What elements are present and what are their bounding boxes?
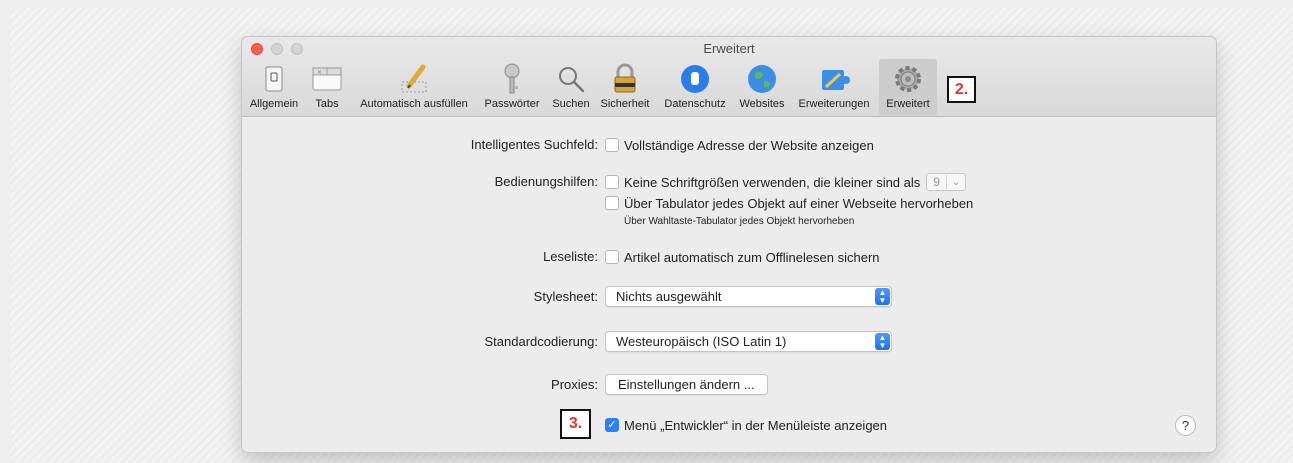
reading-list-label: Leseliste:	[543, 249, 598, 264]
stylesheet-row: Stylesheet: Nichts ausgewählt ▲ ▼	[242, 286, 1216, 308]
proxies-label: Proxies:	[551, 377, 598, 392]
developer-menu-checkbox[interactable]: ✓	[605, 418, 619, 432]
accessibility-row: Bedienungshilfen: Keine Schriftgrößen ve…	[242, 171, 1216, 193]
advanced-settings-panel: Intelligentes Suchfeld: Vollständige Adr…	[242, 118, 1216, 452]
puzzle-icon	[817, 62, 851, 96]
encoding-value: Westeuropäisch (ISO Latin 1)	[616, 334, 787, 349]
min-font-size-checkbox[interactable]	[605, 175, 619, 189]
tab-automatisch-ausfuellen[interactable]: Automatisch ausfüllen	[350, 59, 478, 115]
encoding-row: Standardcodierung: Westeuropäisch (ISO L…	[242, 331, 1216, 353]
smart-search-control: Vollständige Adresse der Website anzeige…	[605, 134, 874, 156]
min-font-size-text: Keine Schriftgrößen verwenden, die klein…	[624, 174, 921, 190]
stylesheet-value: Nichts ausgewählt	[616, 289, 722, 304]
svg-text:×: ×	[317, 69, 322, 76]
change-settings-button[interactable]: Einstellungen ändern ...	[605, 374, 768, 395]
tab-hint: Über Wahltaste-Tabulator jedes Objekt he…	[624, 213, 854, 229]
titlebar: Erweitert Allgemein × Tabs Automatisch a…	[242, 37, 1216, 117]
developer-menu-control: ✓ Menü „Entwickler“ in der Menüleiste an…	[605, 414, 887, 436]
min-font-size-control: Keine Schriftgrößen verwenden, die klein…	[605, 171, 967, 193]
pencil-icon	[397, 62, 431, 96]
font-size-select[interactable]: 9 ⌄	[926, 173, 967, 191]
tab-websites[interactable]: Websites	[736, 59, 788, 115]
chevron-down-icon: ⌄	[951, 176, 961, 188]
hand-icon	[678, 62, 712, 96]
padlock-icon	[608, 62, 642, 96]
tab-allgemein[interactable]: Allgemein	[245, 59, 303, 115]
font-size-value: 9	[927, 175, 947, 189]
encoding-label: Standardcodierung:	[484, 334, 598, 349]
tab-passwoerter[interactable]: Passwörter	[481, 59, 543, 115]
tab-hint-text: Über Wahltaste-Tabulator jedes Objekt he…	[624, 215, 855, 227]
stylesheet-popup[interactable]: Nichts ausgewählt ▲ ▼	[605, 286, 892, 307]
tab-suchen[interactable]: Suchen	[549, 59, 593, 115]
tabs-icon: ×	[310, 62, 344, 96]
developer-menu-row: ✓ Menü „Entwickler“ in der Menüleiste an…	[242, 414, 1216, 436]
show-full-address-checkbox[interactable]	[605, 138, 619, 152]
tab-erweiterungen[interactable]: Erweiterungen	[792, 59, 876, 115]
tab-highlight-row: Über Tabulator jedes Objekt auf einer We…	[242, 192, 1216, 214]
step-2-marker: 2.	[947, 76, 976, 103]
smart-search-label: Intelligentes Suchfeld:	[470, 137, 598, 152]
tab-highlight-control: Über Tabulator jedes Objekt auf einer We…	[605, 192, 973, 214]
smart-search-row: Intelligentes Suchfeld: Vollständige Adr…	[242, 134, 1216, 156]
proxies-row: Proxies: Einstellungen ändern ...	[242, 374, 1216, 396]
tab-highlight-checkbox[interactable]	[605, 196, 619, 210]
magnifier-icon	[554, 62, 588, 96]
tab-erweitert[interactable]: Erweitert	[879, 59, 937, 115]
offline-save-text: Artikel automatisch zum Offlinelesen sic…	[624, 249, 880, 265]
offline-save-checkbox[interactable]	[605, 250, 619, 264]
reading-list-row: Leseliste: Artikel automatisch zum Offli…	[242, 246, 1216, 268]
tab-sicherheit[interactable]: Sicherheit	[597, 59, 653, 115]
help-button[interactable]: ?	[1175, 415, 1196, 436]
switch-icon	[257, 62, 291, 96]
key-icon	[495, 62, 529, 96]
reading-list-control: Artikel automatisch zum Offlinelesen sic…	[605, 246, 880, 268]
tab-hint-row: Über Wahltaste-Tabulator jedes Objekt he…	[242, 213, 1216, 229]
encoding-popup[interactable]: Westeuropäisch (ISO Latin 1) ▲ ▼	[605, 331, 892, 352]
tab-highlight-text: Über Tabulator jedes Objekt auf einer We…	[624, 195, 974, 211]
tab-tabs[interactable]: × Tabs	[309, 59, 345, 115]
stylesheet-label: Stylesheet:	[533, 289, 598, 304]
tab-datenschutz[interactable]: Datenschutz	[658, 59, 732, 115]
window-title: Erweitert	[703, 41, 755, 56]
preferences-window: Erweitert Allgemein × Tabs Automatisch a…	[242, 37, 1216, 452]
globe-icon	[745, 62, 779, 96]
show-full-address-text: Vollständige Adresse der Website anzeige…	[624, 137, 874, 153]
gear-icon	[891, 62, 925, 96]
developer-menu-text: Menü „Entwickler“ in der Menüleiste anze…	[624, 417, 888, 433]
accessibility-label: Bedienungshilfen:	[494, 174, 598, 189]
popup-arrows-icon: ▲ ▼	[875, 333, 890, 350]
popup-arrows-icon: ▲ ▼	[875, 288, 890, 305]
